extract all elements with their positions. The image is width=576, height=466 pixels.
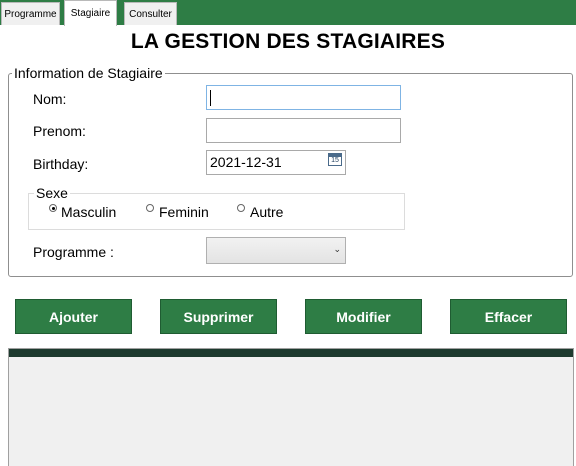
groupbox-legend: Information de Stagiaire [12, 65, 165, 81]
tab-programme[interactable]: Programme [1, 2, 60, 25]
radio-masculin-label[interactable]: Masculin [61, 204, 116, 220]
tab-stagiaire[interactable]: Stagiaire [64, 0, 117, 26]
stagiaires-datagrid[interactable] [8, 348, 574, 466]
text-caret [210, 90, 211, 106]
sexe-legend: Sexe [34, 185, 70, 201]
modifier-button[interactable]: Modifier [305, 299, 422, 334]
radio-autre-label[interactable]: Autre [250, 204, 283, 220]
radio-feminin[interactable] [146, 204, 154, 212]
birthday-label: Birthday: [33, 156, 89, 172]
effacer-button[interactable]: Effacer [450, 299, 567, 334]
prenom-label: Prenom: [33, 123, 86, 139]
tab-consulter-label: Consulter [129, 8, 172, 20]
birthday-value: 2021-12-31 [210, 154, 282, 170]
datagrid-header [9, 349, 573, 357]
calendar-icon-day: 15 [331, 157, 339, 164]
calendar-icon[interactable]: 15 [328, 153, 342, 166]
prenom-input[interactable] [206, 118, 401, 143]
supprimer-button[interactable]: Supprimer [160, 299, 277, 334]
chevron-down-icon[interactable]: ⌄ [333, 244, 341, 255]
radio-masculin[interactable] [49, 204, 57, 212]
programme-select[interactable]: ⌄ [206, 237, 346, 264]
birthday-datepicker[interactable]: 2021-12-31 15 [206, 150, 346, 175]
radio-autre[interactable] [237, 204, 245, 212]
tab-programme-label: Programme [4, 8, 57, 20]
tab-bar: Programme Stagiaire Consulter [0, 0, 576, 26]
nom-input[interactable] [206, 85, 401, 110]
nom-label: Nom: [33, 91, 67, 107]
ajouter-button[interactable]: Ajouter [15, 299, 132, 334]
programme-label: Programme : [33, 244, 114, 260]
radio-feminin-label[interactable]: Feminin [159, 204, 209, 220]
tab-consulter[interactable]: Consulter [124, 2, 177, 25]
page-title: LA GESTION DES STAGIAIRES [130, 30, 446, 53]
tab-stagiaire-label: Stagiaire [70, 8, 111, 19]
